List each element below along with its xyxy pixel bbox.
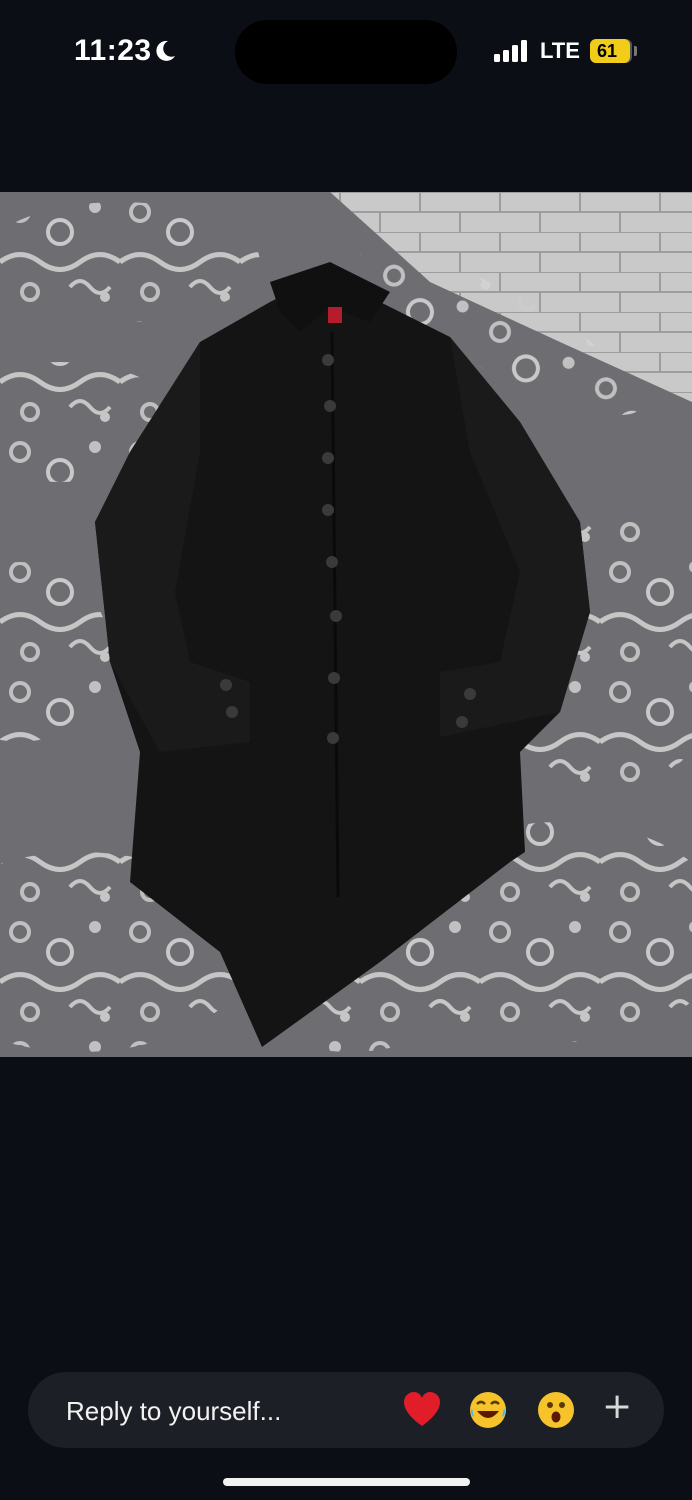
add-reaction-button[interactable]: + — [602, 1386, 632, 1427]
status-time: 11:23 — [74, 34, 152, 67]
signal-icon — [494, 40, 527, 62]
battery-tip — [634, 46, 637, 56]
reply-input[interactable]: Reply to yourself... — [66, 1396, 281, 1427]
status-bar: 11:23 LTE 61 — [0, 0, 692, 110]
story-image[interactable] — [0, 192, 692, 1057]
reply-bar: Reply to yourself... + — [28, 1372, 664, 1448]
shirt-photo — [0, 192, 692, 1057]
heart-reaction-icon[interactable] — [402, 1390, 442, 1430]
laugh-reaction-icon[interactable] — [468, 1390, 508, 1430]
wow-reaction-icon[interactable] — [536, 1390, 576, 1430]
battery-icon: 61 — [590, 39, 630, 63]
battery-level: 61 — [597, 40, 618, 61]
network-type: LTE — [540, 38, 580, 63]
home-indicator[interactable] — [223, 1478, 470, 1486]
moon-icon — [156, 40, 175, 61]
dynamic-island — [235, 20, 457, 84]
